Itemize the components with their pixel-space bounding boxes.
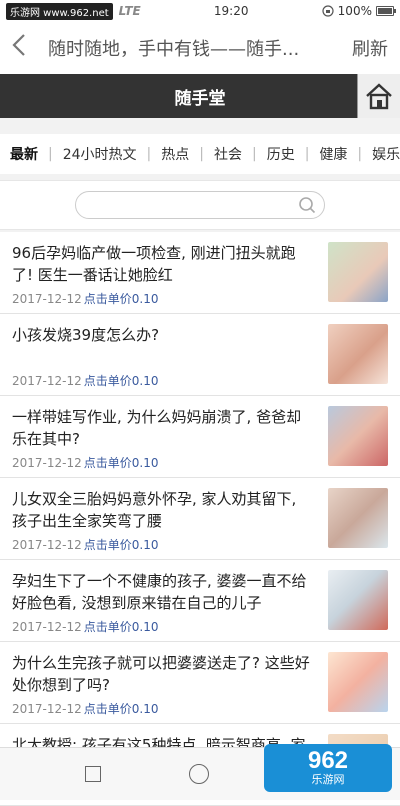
article-title: 小孩发烧39度怎么办? (12, 326, 160, 344)
logo-subtitle: 乐游网 (311, 773, 345, 786)
article-price: 点击单价0.10 (83, 374, 159, 388)
search-box (75, 191, 325, 219)
article-price: 点击单价0.10 (83, 620, 159, 634)
lock-rotation-icon (322, 5, 334, 17)
clock: 19:20 (213, 4, 249, 18)
article-meta: 2017-12-12 点击单价0.10 (12, 700, 316, 717)
list-item[interactable]: 一样带娃写作业, 为什么妈妈崩溃了, 爸爸却乐在其中? 2017-12-12 点击单… (0, 396, 400, 478)
tab-2[interactable]: 热点 (161, 144, 189, 164)
article-meta: 2017-12-12 点击单价0.10 (12, 618, 316, 635)
article-date: 2017-12-12 (12, 456, 82, 470)
article-list: 96后孕妈临产做一项检查, 刚进门扭头就跑了! 医生一番话让她脸红 2017-12… (0, 232, 400, 806)
watermark-label: 乐游网 www.962.net (6, 2, 113, 20)
list-item[interactable]: 儿女双全三胎妈妈意外怀孕, 家人劝其留下, 孩子出生全家笑弯了腰 2017-12-… (0, 478, 400, 560)
article-date: 2017-12-12 (12, 620, 82, 634)
app-bar: 随时随地，手中有钱——随手... 刷新 (0, 22, 400, 74)
home-icon (366, 83, 392, 110)
article-meta: 2017-12-12 点击单价0.10 (12, 454, 316, 471)
article-title: 96后孕妈临产做一项检查, 刚进门扭头就跑了! 医生一番话让她脸红 (12, 244, 296, 284)
article-title: 孕妇生下了一个不健康的孩子, 婆婆一直不给好脸色看, 没想到原来错在自己的儿子 (12, 572, 307, 612)
refresh-button[interactable]: 刷新 (352, 35, 388, 61)
article-date: 2017-12-12 (12, 702, 82, 716)
site-logo: 962 乐游网 (264, 744, 392, 792)
tab-separator: | (357, 146, 363, 162)
article-price: 点击单价0.10 (83, 292, 159, 306)
article-thumbnail (328, 242, 388, 302)
channel-title: 随手堂 (174, 88, 226, 109)
list-item[interactable]: 96后孕妈临产做一项检查, 刚进门扭头就跑了! 医生一番话让她脸红 2017-12… (0, 232, 400, 314)
status-bar: 乐游网 www.962.net LTE 19:20 100% (0, 0, 400, 22)
article-thumbnail (328, 406, 388, 466)
battery-percent: 100% (337, 4, 372, 18)
article-thumbnail (328, 652, 388, 712)
article-title: 儿女双全三胎妈妈意外怀孕, 家人劝其留下, 孩子出生全家笑弯了腰 (12, 490, 297, 530)
article-meta: 2017-12-12 点击单价0.10 (12, 372, 316, 389)
tab-1[interactable]: 24小时热文 (63, 144, 137, 164)
tab-separator: | (48, 146, 53, 162)
tab-0[interactable]: 最新 (10, 144, 38, 164)
tab-separator: | (304, 146, 310, 162)
tab-5[interactable]: 健康 (319, 144, 347, 164)
list-item[interactable]: 孕妇生下了一个不健康的孩子, 婆婆一直不给好脸色看, 没想到原来错在自己的儿子 2… (0, 560, 400, 642)
article-thumbnail (328, 324, 388, 384)
recent-apps-button[interactable] (85, 766, 101, 782)
article-thumbnail (328, 488, 388, 548)
tab-4[interactable]: 历史 (267, 144, 295, 164)
tab-separator: | (251, 146, 257, 162)
article-thumbnail (328, 570, 388, 630)
battery-icon (375, 6, 396, 16)
search-bar (0, 180, 400, 230)
logo-number: 962 (307, 747, 349, 774)
page-title: 随时随地，手中有钱——随手... (48, 39, 300, 60)
article-price: 点击单价0.10 (83, 538, 159, 552)
article-meta: 2017-12-12 点击单价0.10 (12, 536, 316, 553)
back-button[interactable] (12, 33, 48, 63)
search-icon[interactable] (298, 196, 316, 214)
category-tabs: 最新 | 24小时热文 | 热点 | 社会 | 历史 | 健康 | 娱乐 (0, 134, 400, 174)
tab-3[interactable]: 社会 (214, 144, 242, 164)
article-date: 2017-12-12 (12, 374, 82, 388)
list-item[interactable]: 小孩发烧39度怎么办? 2017-12-12 点击单价0.10 (0, 314, 400, 396)
home-nav-button[interactable] (189, 764, 209, 784)
tab-6[interactable]: 娱乐 (372, 144, 400, 164)
article-title: 一样带娃写作业, 为什么妈妈崩溃了, 爸爸却乐在其中? (12, 408, 302, 448)
article-price: 点击单价0.10 (83, 702, 159, 716)
search-input[interactable] (86, 192, 300, 218)
article-meta: 2017-12-12 点击单价0.10 (12, 290, 316, 307)
home-button[interactable] (357, 74, 400, 118)
list-item[interactable]: 为什么生完孩子就可以把婆婆送走了? 这些好处你想到了吗? 2017-12-12 点击… (0, 642, 400, 724)
article-price: 点击单价0.10 (83, 456, 159, 470)
article-date: 2017-12-12 (12, 538, 82, 552)
tab-separator: | (146, 146, 152, 162)
tab-separator: | (199, 146, 204, 162)
channel-banner: 随手堂 (0, 74, 400, 118)
signal-label: LTE (118, 4, 141, 18)
article-date: 2017-12-12 (12, 292, 82, 306)
chevron-left-icon (12, 34, 25, 56)
article-title: 为什么生完孩子就可以把婆婆送走了? 这些好处你想到了吗? (12, 654, 310, 694)
